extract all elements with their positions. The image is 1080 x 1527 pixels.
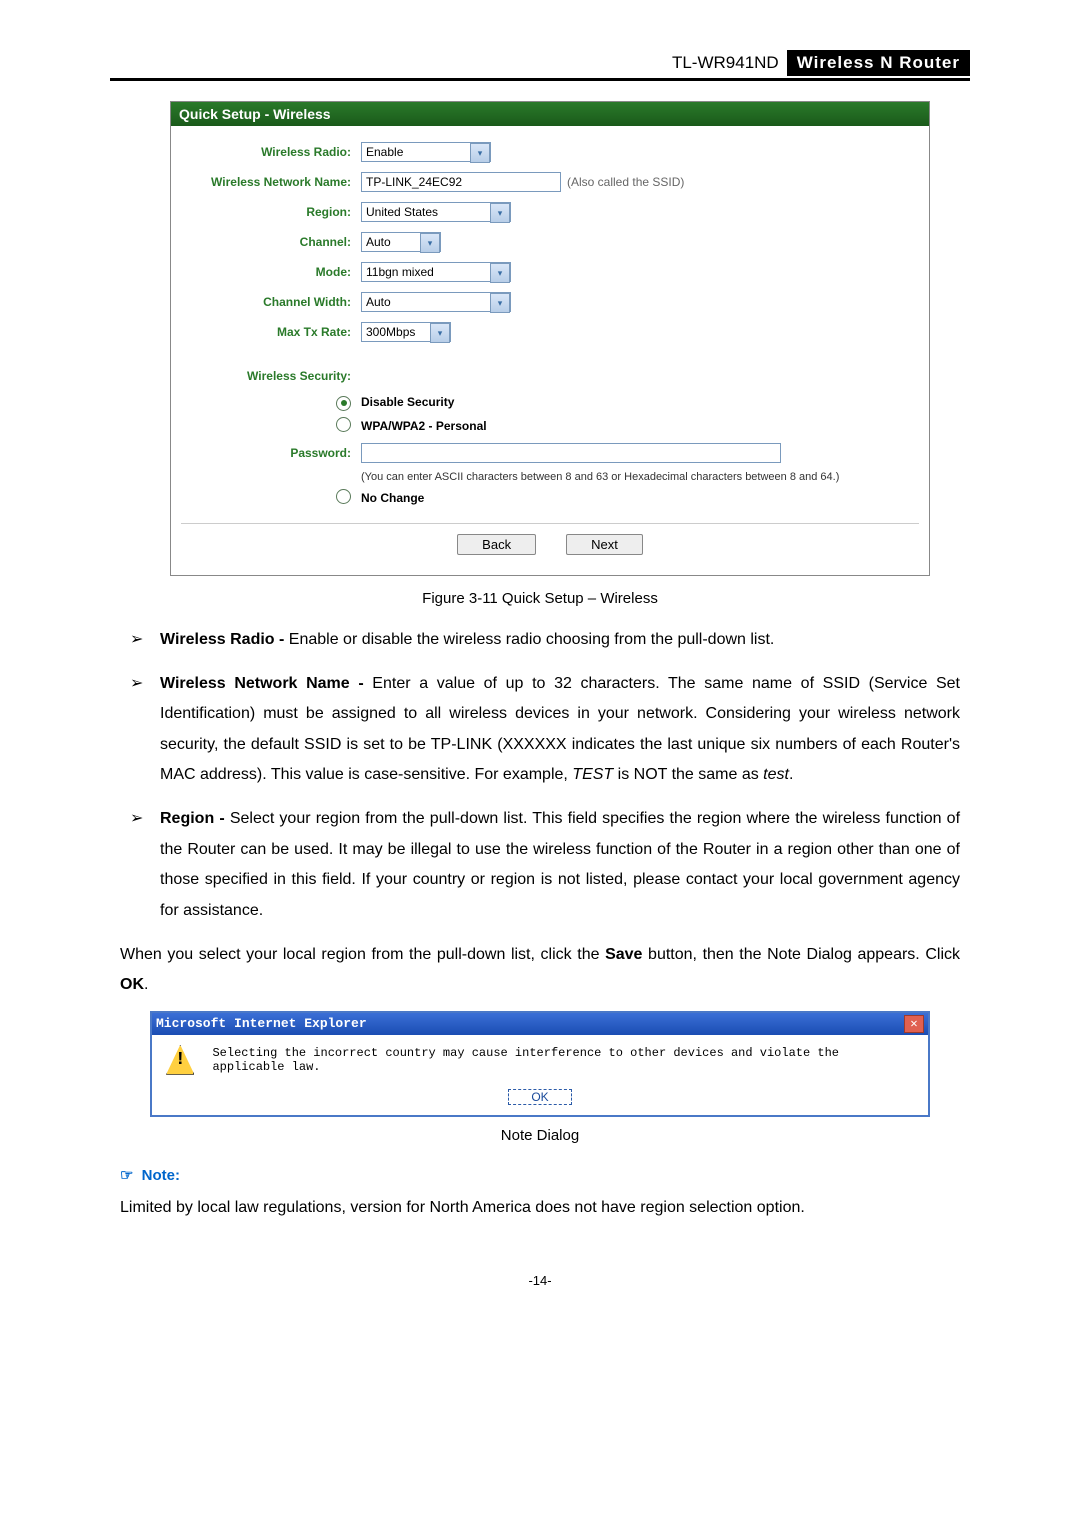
- chevron-down-icon: ▾: [490, 203, 510, 223]
- bullet-wireless-radio: Wireless Radio - Enable or disable the w…: [120, 625, 960, 655]
- channel-select[interactable]: Auto ▾: [361, 232, 441, 252]
- chevron-down-icon: ▾: [490, 263, 510, 283]
- opt-wpa: WPA/WPA2 - Personal: [361, 419, 487, 433]
- chevron-down-icon: ▾: [420, 233, 440, 253]
- opt-disable-security: Disable Security: [361, 395, 454, 409]
- note-dialog: Microsoft Internet Explorer ✕ ! Selectin…: [150, 1011, 930, 1117]
- network-name-input[interactable]: TP-LINK_24EC92: [361, 172, 561, 192]
- paragraph-save-note: When you select your local region from t…: [120, 940, 960, 1001]
- mode-label: Mode:: [181, 265, 361, 279]
- region-label: Region:: [181, 205, 361, 219]
- ssid-hint: (Also called the SSID): [567, 175, 684, 189]
- opt-no-change: No Change: [361, 491, 424, 505]
- region-select[interactable]: United States ▾: [361, 202, 511, 222]
- password-hint: (You can enter ASCII characters between …: [361, 471, 919, 483]
- panel-title: Quick Setup - Wireless: [171, 102, 929, 126]
- bullet-region: Region - Select your region from the pul…: [120, 804, 960, 926]
- network-name-label: Wireless Network Name:: [181, 175, 361, 189]
- radio-disable-security[interactable]: [336, 396, 351, 411]
- chevron-down-icon: ▾: [490, 293, 510, 313]
- ok-button[interactable]: OK: [508, 1089, 571, 1105]
- dialog-message: Selecting the incorrect country may caus…: [212, 1046, 914, 1074]
- security-label: Wireless Security:: [181, 369, 361, 383]
- quick-setup-panel: Quick Setup - Wireless Wireless Radio: E…: [170, 101, 930, 576]
- wireless-radio-select[interactable]: Enable ▾: [361, 142, 491, 162]
- note-heading: ☞ Note:: [120, 1166, 960, 1184]
- chevron-down-icon: ▾: [430, 323, 450, 343]
- back-button[interactable]: Back: [457, 534, 536, 555]
- next-button[interactable]: Next: [566, 534, 643, 555]
- page-number: -14-: [110, 1273, 970, 1288]
- chevron-down-icon: ▾: [470, 143, 490, 163]
- close-icon[interactable]: ✕: [904, 1015, 924, 1033]
- page-header: TL-WR941ND Wireless N Router: [110, 50, 970, 81]
- model-number: TL-WR941ND: [672, 53, 787, 73]
- note-body: Limited by local law regulations, versio…: [120, 1194, 960, 1223]
- max-tx-label: Max Tx Rate:: [181, 325, 361, 339]
- radio-wpa[interactable]: [336, 417, 351, 432]
- mode-select[interactable]: 11bgn mixed ▾: [361, 262, 511, 282]
- channel-width-label: Channel Width:: [181, 295, 361, 309]
- figure-caption: Figure 3-11 Quick Setup – Wireless: [110, 590, 970, 607]
- radio-no-change[interactable]: [336, 489, 351, 504]
- max-tx-select[interactable]: 300Mbps ▾: [361, 322, 451, 342]
- pointing-hand-icon: ☞: [120, 1167, 133, 1184]
- password-input[interactable]: [361, 443, 781, 463]
- channel-label: Channel:: [181, 235, 361, 249]
- dialog-caption: Note Dialog: [110, 1127, 970, 1144]
- channel-width-select[interactable]: Auto ▾: [361, 292, 511, 312]
- password-label: Password:: [181, 446, 361, 460]
- dialog-title: Microsoft Internet Explorer: [156, 1016, 367, 1031]
- product-name: Wireless N Router: [787, 50, 970, 76]
- wireless-radio-label: Wireless Radio:: [181, 145, 361, 159]
- bullet-network-name: Wireless Network Name - Enter a value of…: [120, 669, 960, 791]
- warning-icon: !: [166, 1045, 194, 1075]
